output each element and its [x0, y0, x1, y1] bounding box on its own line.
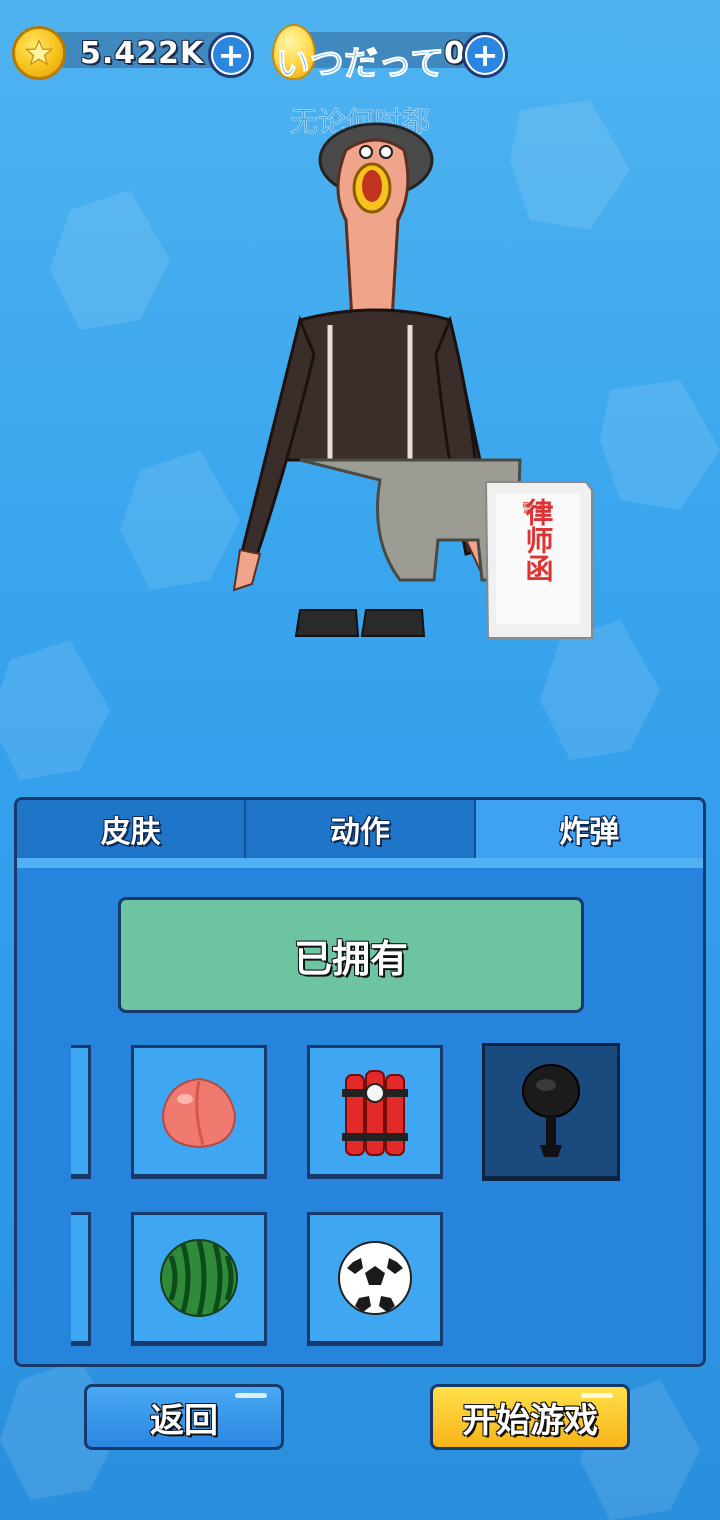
coin-value: 5.422K [80, 36, 205, 71]
lawyer-letter-box: 警告 律师函 [484, 481, 593, 639]
start-game-label: 开始游戏 [462, 1400, 598, 1441]
inventory-panel: 皮肤 动作 炸弹 已拥有 [14, 797, 706, 1367]
grid-item-partial[interactable] [71, 1045, 91, 1179]
grid-item-watermelon[interactable] [131, 1212, 267, 1346]
add-coins-button[interactable]: + [208, 32, 254, 78]
tab-actions[interactable]: 动作 [246, 800, 476, 858]
plus-icon: + [467, 37, 503, 73]
tab-divider [17, 858, 703, 868]
owned-button[interactable]: 已拥有 [118, 897, 584, 1013]
grid-item-soccer-ball[interactable] [307, 1212, 443, 1346]
tab-bombs[interactable]: 炸弹 [475, 800, 703, 858]
tab-bar: 皮肤 动作 炸弹 [17, 800, 703, 860]
grid-item-peach[interactable] [131, 1045, 267, 1179]
back-button[interactable]: 返回 [84, 1384, 284, 1450]
plus-icon: + [213, 37, 249, 73]
coin-counter: 5.422K + [12, 26, 260, 80]
frying-pan-icon [522, 1064, 580, 1157]
grid-item-dynamite[interactable] [307, 1045, 443, 1179]
lyric-japanese: いつだって [275, 44, 445, 85]
dynamite-icon [342, 1070, 408, 1156]
grid-item-frying-pan[interactable] [482, 1043, 620, 1181]
prop-label-main: 律师函 [522, 498, 555, 582]
tab-skins[interactable]: 皮肤 [17, 800, 247, 858]
coin-icon [12, 26, 66, 80]
button-shine [235, 1393, 267, 1398]
peach-icon [161, 1077, 237, 1149]
button-shine [581, 1393, 613, 1398]
watermelon-icon [160, 1239, 238, 1317]
back-button-label: 返回 [150, 1400, 218, 1441]
character-preview: 警告 律师函 [232, 122, 593, 639]
character-figure [232, 122, 522, 637]
grid-item-partial[interactable] [71, 1212, 91, 1346]
add-gems-button[interactable]: + [462, 32, 508, 78]
soccer-ball-icon [338, 1241, 412, 1315]
start-game-button[interactable]: 开始游戏 [430, 1384, 630, 1450]
